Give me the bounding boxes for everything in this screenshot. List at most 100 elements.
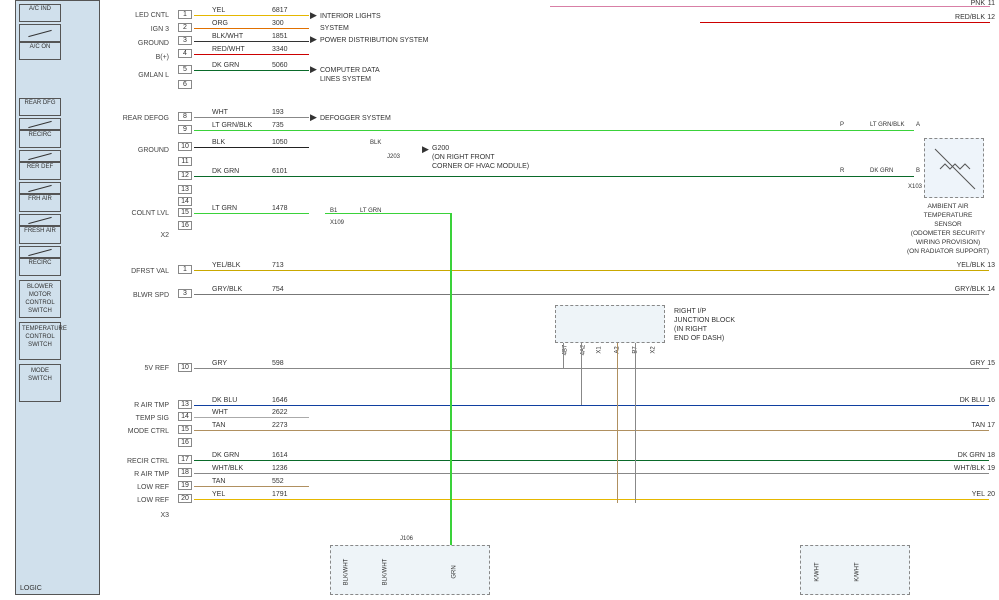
wire-stub-3 (194, 41, 309, 42)
pin-bplus: B(+) (156, 54, 169, 61)
mode-switch: MODE SWITCH (19, 364, 61, 402)
pin-num-13b: 13 (178, 400, 192, 409)
pin-num-18: 18 (178, 468, 192, 477)
num-13: 13 (987, 262, 995, 269)
pin-blwr-spd: BLWR SPD (133, 292, 169, 299)
lbl-dkgrn2: DK GRN (958, 452, 985, 459)
pin-ign3: IGN 3 (151, 26, 169, 33)
vlbl-blkwht1: BLK/WHT (343, 559, 349, 586)
pin-num-16b: 16 (178, 438, 192, 447)
num-17: 17 (987, 422, 995, 429)
lbl-gryblk: GRY/BLK (955, 286, 985, 293)
blower-motor-control-switch: BLOWER MOTOR CONTROL SWITCH (19, 280, 61, 318)
wire-color-15: LT GRN (212, 205, 237, 212)
pin-num-17: 17 (178, 455, 192, 464)
lbl-redblk: RED/BLK (955, 14, 985, 21)
lbl-g200: G200 (ON RIGHT FRONT CORNER OF HVAC MODU… (432, 144, 529, 171)
wire-whtblk (194, 473, 989, 474)
pin-num-3: 3 (178, 36, 192, 45)
pin-led-cntl: LED CNTL (135, 12, 169, 19)
wire-dkgrn-long (194, 176, 914, 177)
num-20: 20 (987, 491, 995, 498)
arrow-icon: ▶ (422, 144, 429, 155)
lbl-gry: GRY (970, 360, 985, 367)
wire-color-19: TAN (212, 478, 225, 485)
lbl-b: B (916, 168, 920, 174)
wire-color-15b: TAN (212, 422, 225, 429)
wire-stub-10 (194, 147, 309, 148)
pin-num-13: 13 (178, 185, 192, 194)
lbl-x103: X103 (908, 184, 922, 190)
lbl-p: P (840, 122, 844, 128)
pin-recir-ctrl: RECIR CTRL (127, 458, 169, 465)
wire-stub-2 (194, 28, 309, 29)
wire-ltgrn-ext (325, 213, 450, 214)
pin-rear-defog: REAR DEFOG (123, 115, 169, 122)
pin-num-9: 9 (178, 125, 192, 134)
wire-color-5: DK GRN (212, 62, 239, 69)
wire-code-1b: 713 (272, 262, 284, 269)
lbl-whtblk: WHT/BLK (954, 465, 985, 472)
pin-num-15: 15 (178, 208, 192, 217)
jstub (581, 343, 582, 405)
wire-code-13b: 1646 (272, 397, 288, 404)
wire-color-9: LT GRN/BLK (212, 122, 252, 129)
wire-code-9: 735 (272, 122, 284, 129)
pin-num-19: 19 (178, 481, 192, 490)
pin-dfrst-val: DFRST VAL (131, 268, 169, 275)
sys-defogger: DEFOGGER SYSTEM (320, 114, 391, 123)
wire-ltgrnblk-long (194, 130, 914, 131)
wire-code-3: 1851 (272, 33, 288, 40)
pin-x2: X2 (160, 232, 169, 239)
pin-r-air-tmp2: R AIR TMP (134, 471, 169, 478)
wire-code-5: 5060 (272, 62, 288, 69)
pin-num-1: 1 (178, 10, 192, 19)
wire-code-14b: 2622 (272, 409, 288, 416)
lbl-tan: TAN (972, 422, 985, 429)
wire-code-10b: 598 (272, 360, 284, 367)
dash-box-1 (330, 545, 490, 595)
wire-code-18: 1236 (272, 465, 288, 472)
wire-color-18: WHT/BLK (212, 465, 243, 472)
switch-symbol (19, 150, 61, 162)
arrow-icon: ▶ (310, 10, 317, 21)
pin-num-16: 16 (178, 221, 192, 230)
sys-interior-lights: INTERIOR LIGHTS (320, 12, 381, 21)
sys-power-dist: POWER DISTRIBUTION SYSTEM (320, 36, 429, 45)
wire-color-1b: YEL/BLK (212, 262, 240, 269)
pin-temp-sig: TEMP SIG (136, 415, 169, 422)
wire-code-1: 6817 (272, 7, 288, 14)
num-18: 18 (987, 452, 995, 459)
wire-stub-8 (194, 117, 309, 118)
wire-code-15b: 2273 (272, 422, 288, 429)
wire-color-4: RED/WHT (212, 46, 245, 53)
wire-color-3: BLK/WHT (212, 33, 243, 40)
num-redblk: 12 (987, 14, 995, 21)
switch-frh-air: FRH AIR (19, 194, 61, 212)
switch-symbol (19, 118, 61, 130)
jstub (563, 343, 564, 368)
pin-num-3b: 3 (178, 289, 192, 298)
ambient-air-temp-sensor (924, 138, 984, 198)
lbl-r: R (840, 168, 844, 174)
wire-color-8: WHT (212, 109, 228, 116)
junction-label: RIGHT I/P JUNCTION BLOCK (IN RIGHT END O… (674, 307, 735, 343)
wire-color-3b: GRY/BLK (212, 286, 242, 293)
pin-ground: GROUND (138, 40, 169, 47)
lbl-j106: J106 (400, 536, 413, 542)
sensor-label: AMBIENT AIR TEMPERATURE SENSOR (ODOMETER… (904, 202, 992, 256)
pin-num-1b: 1 (178, 265, 192, 274)
wire-stub-19 (194, 486, 309, 487)
num-16: 16 (987, 397, 995, 404)
pin-5v-ref: 5V REF (144, 365, 169, 372)
pin-num-5: 5 (178, 65, 192, 74)
wire-pnk (550, 6, 990, 7)
lbl-yelblk: YEL/BLK (957, 262, 985, 269)
wire-color-12: DK GRN (212, 168, 239, 175)
wire-color-14b: WHT (212, 409, 228, 416)
wire-ltgrn-vert (450, 213, 452, 553)
temperature-control-switch: TEMPERATURE CONTROL SWITCH (19, 322, 61, 360)
pin-num-12: 12 (178, 171, 192, 180)
wire-color-20: YEL (212, 491, 225, 498)
num-14: 14 (987, 286, 995, 293)
